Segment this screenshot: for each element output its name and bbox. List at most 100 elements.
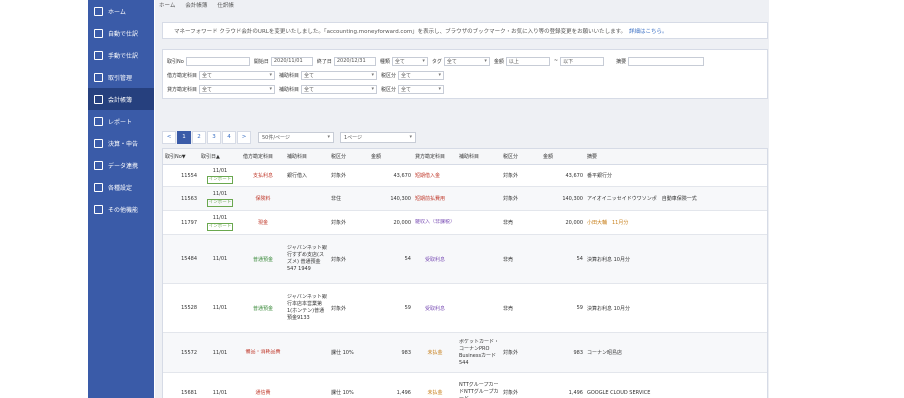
next-page-button[interactable]: > (237, 130, 251, 144)
row-cr-account: 雑収入（非課税） (415, 219, 456, 225)
list-icon (94, 204, 103, 214)
page-select[interactable]: 1ページ (340, 131, 416, 143)
sidebar-item-label: ホーム (108, 8, 126, 16)
ledger-icon (94, 94, 103, 104)
row-cr-amount: 59 (576, 305, 583, 311)
row-dr-tax: 対象外 (331, 173, 347, 179)
row-dr-account: 通信費 (255, 390, 271, 396)
row-memo: 番平銀行分 (587, 173, 613, 179)
col-header-no[interactable]: 取引No▼ (163, 153, 199, 160)
row-dr-account: 支払利息 (252, 173, 273, 179)
sidebar-item-transactions[interactable]: 取引管理 (88, 66, 154, 88)
tag-label: タグ (431, 58, 442, 65)
col-header-cr-sub: 補助科目 (459, 154, 480, 160)
sidebar-item-label: 手動で仕訳 (108, 52, 139, 60)
row-dr-account: 普通預金 (252, 256, 273, 263)
row-date-text: 11/01 (212, 190, 228, 197)
remarks-label: 摘要 (616, 58, 627, 65)
filter-row-2: 借方勘定科目 全て 補助科目 全て 税区分 全て (167, 70, 448, 80)
row-no[interactable]: 11563 (163, 196, 199, 202)
row-date: 11/01 (212, 349, 228, 356)
credit-tax-value: 全て (401, 86, 412, 93)
table-row[interactable]: 15528 11/01 普通預金 ジャパンネット銀行本店本営業第1(ホンテン)普… (163, 284, 767, 333)
row-no[interactable]: 15484 (163, 256, 199, 262)
table-header: 取引No▼ 取引日▲ 借方勘定科目 補助科目 税区分 金額 貸方勘定科目 補助科… (163, 149, 767, 165)
notice-link[interactable]: 詳細はこちら。 (629, 27, 668, 35)
remarks-input[interactable] (628, 56, 705, 66)
row-cr-account: 未払金 (427, 350, 443, 356)
table-row[interactable]: 11554 11/01 インポート 支払利息 銀行借入 対象外 43,670 短期… (163, 165, 767, 187)
debit-account-select[interactable]: 全て (199, 70, 276, 80)
row-cr-amount: 43,670 (565, 172, 584, 179)
table-row[interactable]: 11797 11/01 インポート 現金 対象外 20,000 雑収入（非課税） … (163, 211, 767, 235)
row-dr-sub: ジャパンネット銀行本店本営業第1(ホンテン)普通預金9133 (287, 294, 327, 321)
row-cr-amount: 140,300 (562, 195, 583, 202)
breadcrumb-home[interactable]: ホーム (159, 1, 175, 9)
credit-sub-select[interactable]: 全て (301, 84, 378, 94)
sidebar-item-report[interactable]: レポート (88, 110, 154, 132)
table-row[interactable]: 15484 11/01 普通預金 ジャパンネット銀行すずめ支店(スズメ) 普通預… (163, 235, 767, 284)
prev-page-button[interactable]: < (162, 130, 176, 144)
table-row[interactable]: 15572 11/01 備品・消耗品費 課仕 10% 983 未払金 ポケットカ… (163, 333, 767, 373)
row-no[interactable]: 15572 (163, 350, 199, 356)
row-dr-amount: 20,000 (393, 219, 412, 226)
row-cr-tax: 対象外 (503, 173, 519, 179)
page-4-button[interactable]: 4 (222, 130, 236, 144)
amount-label: 金額 (493, 58, 504, 65)
row-date: 11/01 (212, 389, 228, 396)
sidebar-item-settings[interactable]: 各種設定 (88, 176, 154, 198)
col-header-date[interactable]: 取引日▲ (199, 153, 241, 160)
row-dr-sub: 銀行借入 (287, 173, 308, 179)
table-row[interactable]: 15681 11/01 通信費 課仕 10% 1,496 未払金 NTTグループ… (163, 373, 767, 398)
sidebar-item-other[interactable]: その他機能 (88, 198, 154, 220)
row-dr-amount: 1,496 (396, 389, 411, 396)
row-dr-account: 現金 (257, 220, 268, 226)
type-select[interactable]: 全て (391, 56, 428, 66)
type-value: 全て (394, 58, 405, 65)
sidebar-item-ledger[interactable]: 会計帳簿 (88, 88, 154, 110)
gear-icon (94, 182, 103, 192)
row-date-text: 11/01 (212, 214, 228, 221)
sidebar-item-settlement[interactable]: 決算・申告 (88, 132, 154, 154)
row-no[interactable]: 15528 (163, 305, 199, 311)
sidebar-item-label: 各種設定 (108, 184, 133, 192)
row-no[interactable]: 11554 (163, 173, 199, 179)
id-input[interactable] (185, 56, 250, 66)
per-page-select[interactable]: 50件/ページ (258, 131, 334, 143)
tag-select[interactable]: 全て (443, 56, 490, 66)
credit-sub-label: 補助科目 (279, 86, 300, 93)
row-no[interactable]: 11797 (163, 220, 199, 226)
report-icon (94, 116, 103, 126)
amount-max-input[interactable]: 以下 (560, 56, 605, 66)
sidebar-item-label: 取引管理 (108, 74, 133, 82)
debit-tax-select[interactable]: 全て (398, 70, 445, 80)
sidebar-item-label: 決算・申告 (108, 140, 139, 148)
row-no[interactable]: 15681 (163, 390, 199, 396)
credit-tax-label: 税区分 (381, 86, 397, 93)
import-badge: インポート (206, 198, 234, 207)
debit-sub-select[interactable]: 全て (301, 70, 378, 80)
sidebar-item-auto-journal[interactable]: 自動で仕訳 (88, 22, 154, 44)
page-1-button[interactable]: 1 (177, 130, 191, 144)
row-dr-amount: 140,300 (390, 195, 411, 202)
page-3-button[interactable]: 3 (207, 130, 221, 144)
start-date-label: 開始日 (253, 58, 269, 65)
end-date-input[interactable]: 2020/12/31 (333, 56, 376, 66)
breadcrumb-journal: 仕訳帳 (217, 3, 234, 9)
credit-account-select[interactable]: 全て (199, 84, 276, 94)
amount-min-input[interactable]: 以上 (505, 56, 550, 66)
journal-table: 取引No▼ 取引日▲ 借方勘定科目 補助科目 税区分 金額 貸方勘定科目 補助科… (162, 148, 768, 398)
breadcrumb-ledger[interactable]: 会計帳簿 (185, 1, 207, 9)
data-link-icon (94, 160, 103, 170)
page-2-button[interactable]: 2 (192, 130, 206, 144)
row-cr-tax: 対象外 (503, 196, 519, 202)
credit-tax-select[interactable]: 全て (398, 84, 445, 94)
sidebar-item-manual-journal[interactable]: 手動で仕訳 (88, 44, 154, 66)
col-header-dr-tax: 税区分 (331, 154, 347, 160)
col-header-cr-amount: 金額 (543, 154, 554, 160)
start-date-input[interactable]: 2020/11/01 (270, 56, 313, 66)
sidebar-item-home[interactable]: ホーム (88, 0, 154, 22)
sidebar-item-data-link[interactable]: データ連携 (88, 154, 154, 176)
table-row[interactable]: 11563 11/01 インポート 保険料 非住 140,300 短期前払費用 対… (163, 187, 767, 211)
notice-text: マネーフォワード クラウド会計のURLを変更いたしました。「accounting… (174, 28, 627, 35)
